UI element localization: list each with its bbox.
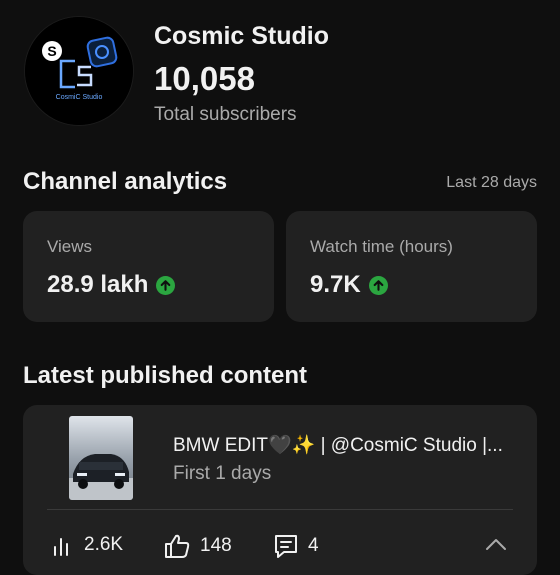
- watch-time-metric: 9.7K: [310, 271, 388, 299]
- svg-text:S: S: [47, 43, 56, 59]
- trend-up-icon: [156, 275, 176, 295]
- views-card[interactable]: Views 28.9 lakh: [23, 211, 274, 322]
- watch-time-card[interactable]: Watch time (hours) 9.7K: [286, 211, 537, 322]
- car-thumbnail-image: [69, 416, 133, 500]
- divider: [47, 509, 513, 510]
- channel-header: S CosmiC Studio Cosmic Studio 10,058 Tot…: [24, 16, 544, 136]
- views-label: Views: [47, 237, 93, 256]
- analytics-range[interactable]: Last 28 days: [446, 174, 537, 192]
- latest-content-title: Latest published content: [23, 362, 308, 389]
- avatar-caption: CosmiC Studio: [56, 94, 103, 101]
- watch-time-value: 9.7K: [310, 271, 361, 298]
- views-metric: 28.9 lakh: [47, 271, 176, 299]
- bar-chart-icon: [54, 538, 68, 556]
- video-age: First 1 days: [173, 463, 272, 484]
- chevron-up-icon[interactable]: [485, 537, 507, 551]
- channel-logo: S CosmiC Studio: [25, 17, 133, 125]
- comments-stat-value: 4: [308, 535, 319, 556]
- video-thumbnail[interactable]: [69, 416, 133, 500]
- watch-time-label: Watch time (hours): [310, 237, 453, 256]
- channel-name: Cosmic Studio: [154, 22, 330, 50]
- subscriber-label: Total subscribers: [154, 104, 297, 125]
- channel-avatar[interactable]: S CosmiC Studio: [24, 16, 134, 126]
- views-value: 28.9 lakh: [47, 271, 149, 298]
- likes-stat-value: 148: [200, 535, 232, 556]
- video-title[interactable]: BMW EDIT🖤✨ | @CosmiC Studio |...: [173, 433, 503, 457]
- subscriber-count: 10,058: [154, 60, 255, 97]
- latest-video-card[interactable]: BMW EDIT🖤✨ | @CosmiC Studio |... First 1…: [23, 405, 537, 575]
- thumbs-up-icon: [165, 534, 190, 558]
- views-stat-value: 2.6K: [84, 534, 124, 555]
- trend-up-icon: [368, 275, 388, 295]
- views-stat: 2.6K: [51, 533, 123, 557]
- comments-stat: 4: [273, 533, 319, 559]
- comment-icon: [275, 535, 297, 558]
- likes-stat: 148: [163, 533, 232, 559]
- analytics-title: Channel analytics: [23, 168, 228, 195]
